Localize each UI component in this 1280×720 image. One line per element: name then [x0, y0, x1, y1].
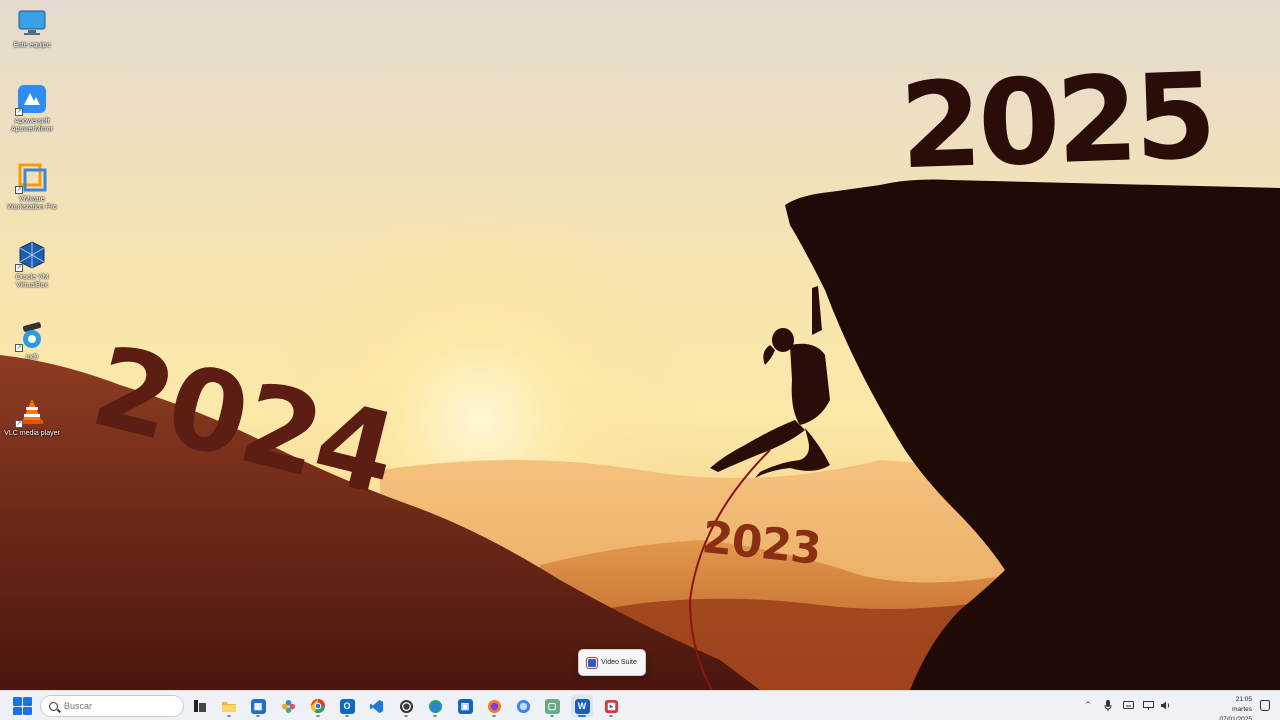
edge-icon	[428, 699, 442, 713]
chevron-up-icon[interactable]: ⌃	[1082, 699, 1094, 711]
search-input[interactable]	[64, 701, 174, 711]
word-icon: W	[574, 698, 590, 714]
taskbar-app-browser[interactable]	[512, 695, 534, 717]
tooltip-label: Video Suite	[601, 659, 637, 666]
computer-icon	[15, 6, 49, 40]
network-icon[interactable]	[1142, 699, 1154, 711]
windows-logo-icon	[13, 697, 22, 706]
vmware-icon: ↗	[15, 160, 49, 194]
desktop-icon-this-pc[interactable]: Este equipo	[2, 6, 62, 50]
taskbar-app-task-view[interactable]	[189, 695, 211, 717]
folder-icon	[222, 702, 236, 712]
shortcut-arrow-icon: ↗	[15, 264, 23, 272]
desktop-icon-label: Apowersoft ApowerMirror	[10, 118, 53, 133]
vscode-icon	[369, 699, 383, 713]
app-green-icon: ▢	[544, 698, 560, 714]
search-icon	[49, 701, 58, 711]
taskbar-app-green[interactable]: ▢	[541, 695, 563, 717]
desktop-icon-label: VMware Workstation Pro	[7, 196, 57, 211]
keyboard-icon[interactable]	[1122, 699, 1134, 711]
vlc-icon: ↗	[15, 394, 49, 428]
desktop-icon-vmware[interactable]: ↗ VMware Workstation Pro	[2, 160, 62, 212]
flower-icon	[281, 699, 295, 713]
microphone-icon[interactable]	[1102, 699, 1114, 711]
taskbar-app-file-explorer[interactable]	[218, 695, 240, 717]
taskbar-app-store[interactable]: ▦	[247, 695, 269, 717]
taskbar: ▦ O ▣ ▢ W ⌃	[0, 690, 1280, 720]
store-icon: ▦	[250, 698, 266, 714]
year-2023-text: 2023	[699, 511, 823, 576]
chrome-icon	[311, 699, 325, 713]
photos-icon: ▣	[457, 698, 473, 714]
taskbar-search[interactable]	[40, 695, 184, 717]
desktop-icon-nxd[interactable]: ↗ nxD	[2, 318, 62, 362]
desktop-icon-apowersoft[interactable]: ↗ Apowersoft ApowerMirror	[2, 82, 62, 134]
desktop-icon-label: nxD	[25, 354, 39, 361]
taskbar-clock[interactable]: 21:05 martes 07/01/2025	[1198, 695, 1252, 720]
year-2025-text: 2025	[897, 46, 1215, 196]
outlook-icon: O	[339, 698, 355, 714]
app-icon: ↗	[15, 318, 49, 352]
video-suite-icon	[604, 699, 618, 713]
taskbar-app-photos[interactable]: ▣	[454, 695, 476, 717]
shortcut-arrow-icon: ↗	[15, 420, 23, 428]
start-button[interactable]	[12, 696, 32, 716]
volume-icon[interactable]	[1159, 699, 1171, 711]
firefox-icon	[487, 699, 501, 713]
task-view-icon	[194, 700, 206, 712]
taskbar-app-obs[interactable]	[395, 695, 417, 717]
obs-icon	[399, 699, 413, 713]
taskbar-app-firefox[interactable]	[483, 695, 505, 717]
video-suite-icon	[587, 657, 598, 668]
desktop-icon-label: VLC media player	[4, 430, 60, 437]
shortcut-arrow-icon: ↗	[15, 344, 23, 352]
taskbar-app-vscode[interactable]	[365, 695, 387, 717]
virtualbox-icon: ↗	[15, 238, 49, 272]
taskbar-app-chrome[interactable]	[307, 695, 329, 717]
shortcut-arrow-icon: ↗	[15, 186, 23, 194]
desktop-icon-label: Este equipo	[13, 42, 51, 49]
desktop-wallpaper: 2025 2024 2023	[0, 0, 1280, 690]
taskbar-app-word[interactable]: W	[571, 695, 593, 717]
desktop-icon-label: Oracle VM VirtualBox	[15, 274, 49, 289]
taskbar-app-outlook[interactable]: O	[336, 695, 358, 717]
desktop-icon-virtualbox[interactable]: ↗ Oracle VM VirtualBox	[2, 238, 62, 290]
desktop-icon-vlc[interactable]: ↗ VLC media player	[2, 394, 62, 438]
globe-icon	[516, 699, 530, 713]
shortcut-arrow-icon: ↗	[15, 108, 23, 116]
taskbar-app-video-suite[interactable]	[600, 695, 622, 717]
clock-date: martes 07/01/2025	[1219, 706, 1252, 720]
taskbar-tooltip: Video Suite	[578, 649, 646, 676]
clock-time: 21:05	[1235, 696, 1252, 703]
notification-bell-icon[interactable]	[1260, 700, 1270, 711]
system-tray: ⌃ 21:05 martes 07/01/2025	[1070, 691, 1280, 720]
taskbar-app-edge[interactable]	[424, 695, 446, 717]
taskbar-app-flower[interactable]	[277, 695, 299, 717]
apowersoft-icon: ↗	[15, 82, 49, 116]
